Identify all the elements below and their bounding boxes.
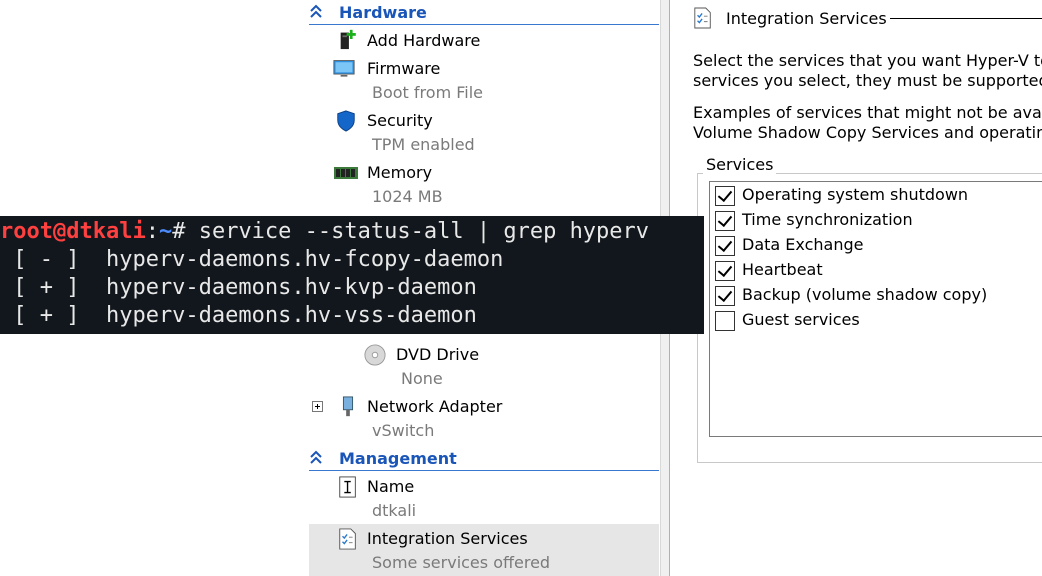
service-label: Heartbeat: [742, 260, 823, 279]
hardware-section-header[interactable]: Hardware: [309, 2, 659, 25]
terminal-window[interactable]: root@dtkali:~# service --status-all | gr…: [0, 216, 704, 334]
nav-item-dvd-drive[interactable]: DVD Drive None: [309, 342, 659, 390]
checkbox[interactable]: [715, 186, 735, 206]
nav-item-label: Name: [367, 477, 415, 496]
description-line: services you select, they must be suppor…: [693, 71, 1042, 90]
nav-item-label: DVD Drive: [396, 345, 480, 364]
integration-services-icon: [694, 7, 711, 29]
name-text-icon: [339, 476, 356, 498]
shield-icon: [337, 110, 355, 132]
nav-item-firmware[interactable]: Firmware Boot from File: [309, 56, 659, 104]
prompt-symbol: #: [172, 219, 199, 244]
prompt-colon: :: [145, 219, 159, 244]
description-line: Select the services that you want Hyper-…: [693, 51, 1042, 70]
nav-item-detail: None: [401, 369, 443, 388]
service-label: Guest services: [742, 310, 860, 329]
checkbox[interactable]: [715, 261, 735, 281]
prompt-path: ~: [158, 219, 173, 244]
nav-item-detail: Boot from File: [372, 83, 484, 102]
management-section-title: Management: [339, 449, 457, 468]
checkbox[interactable]: [715, 311, 735, 331]
title-divider: [890, 18, 1042, 19]
prompt-user-host: root@dtkali: [0, 219, 146, 244]
terminal-output-line: [ - ] hyperv-daemons.hv-fcopy-daemon: [0, 247, 504, 272]
terminal-output-line: [ + ] hyperv-daemons.hv-vss-daemon: [0, 303, 477, 328]
terminal-output-line: [ + ] hyperv-daemons.hv-kvp-daemon: [0, 275, 477, 300]
description-line: Examples of services that might not be a…: [693, 103, 1042, 122]
monitor-icon: [333, 60, 355, 77]
nav-item-network-adapter[interactable]: Network Adapter vSwitch: [309, 394, 659, 442]
hyperv-settings-window: Hardware Add Hardware Firmware Boot from…: [0, 0, 1042, 576]
checkbox[interactable]: [715, 286, 735, 306]
memory-chip-icon: [334, 167, 358, 179]
nav-item-security[interactable]: Security TPM enabled: [309, 108, 659, 156]
collapse-chevron-icon: [310, 4, 322, 18]
nav-item-label: Integration Services: [367, 529, 528, 548]
nav-item-label: Memory: [367, 163, 433, 182]
nav-item-label: Network Adapter: [367, 397, 503, 416]
panel-title: Integration Services: [726, 9, 887, 28]
nav-item-detail: TPM enabled: [372, 135, 475, 154]
service-label: Backup (volume shadow copy): [742, 285, 988, 304]
nav-item-name[interactable]: Name dtkali: [309, 474, 659, 522]
dvd-disc-icon: [364, 344, 386, 366]
nav-item-integration-services[interactable]: Integration Services Some services offer…: [309, 524, 659, 576]
nav-item-memory[interactable]: Memory 1024 MB: [309, 160, 659, 208]
service-label: Operating system shutdown: [742, 185, 969, 204]
nav-item-add-hardware[interactable]: Add Hardware: [309, 28, 659, 54]
service-label: Time synchronization: [742, 210, 913, 229]
service-label: Data Exchange: [742, 235, 864, 254]
description-line: Volume Shadow Copy Services and operatin…: [693, 123, 1042, 142]
nav-item-detail: vSwitch: [372, 421, 435, 440]
hardware-section-title: Hardware: [339, 3, 427, 22]
management-section-header[interactable]: Management: [309, 448, 659, 471]
checkbox[interactable]: [715, 236, 735, 256]
nav-item-label: Security: [367, 111, 433, 130]
terminal-command: service --status-all | grep hyperv: [198, 219, 650, 244]
nav-item-label: Add Hardware: [367, 31, 481, 50]
add-hardware-icon: [340, 29, 356, 50]
nav-item-detail: Some services offered: [372, 553, 551, 572]
terminal-prompt-line: root@dtkali:~# service --status-all | gr…: [0, 218, 649, 246]
expand-plus-icon[interactable]: [312, 401, 323, 412]
nav-item-detail: dtkali: [372, 501, 417, 520]
network-adapter-icon: [342, 396, 354, 417]
integration-services-icon: [339, 528, 356, 550]
nav-item-label: Firmware: [367, 59, 441, 78]
checkbox[interactable]: [715, 211, 735, 231]
services-group-label: Services: [703, 154, 777, 176]
nav-item-detail: 1024 MB: [372, 187, 443, 206]
collapse-chevron-icon: [310, 450, 322, 464]
